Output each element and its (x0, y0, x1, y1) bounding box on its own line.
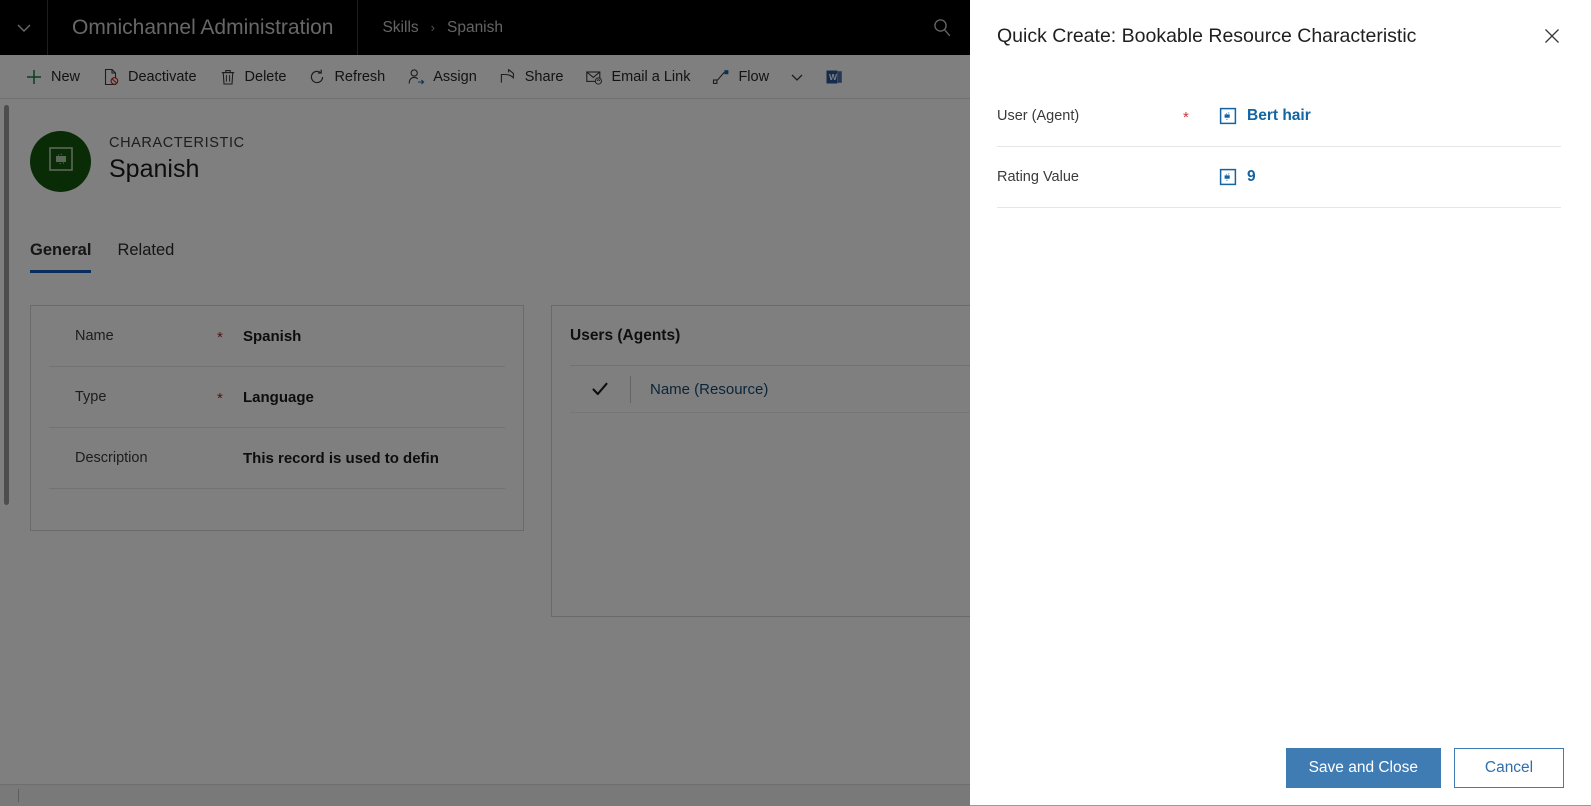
field-label-name: Name (75, 328, 114, 344)
close-icon[interactable] (1535, 19, 1569, 53)
tab-related[interactable]: Related (117, 241, 174, 273)
deactivate-button[interactable]: Deactivate (91, 55, 208, 98)
quick-create-field-rating-value: Rating Value 9 (997, 147, 1561, 208)
word-templates-button[interactable]: W (814, 55, 854, 98)
field-value-name[interactable]: Spanish (243, 328, 301, 345)
record-header: CHARACTERISTIC Spanish (0, 99, 970, 192)
email-a-link-button[interactable]: Email a Link (574, 55, 701, 98)
record-avatar (30, 131, 91, 192)
assign-button-label: Assign (433, 68, 477, 85)
breadcrumb: Skills › Spanish (358, 0, 527, 55)
new-button[interactable]: New (14, 55, 91, 98)
field-label-description: Description (75, 450, 148, 466)
required-indicator-rating-value (1183, 176, 1219, 179)
email-a-link-button-label: Email a Link (611, 68, 691, 85)
command-bar: New Deactivate Delete Refresh Assign Sha… (0, 55, 970, 99)
quick-create-title: Quick Create: Bookable Resource Characte… (997, 24, 1417, 47)
flow-button-label: Flow (738, 68, 770, 85)
breadcrumb-parent[interactable]: Skills (382, 19, 418, 37)
assign-user-icon (407, 68, 425, 86)
delete-button[interactable]: Delete (208, 55, 298, 98)
quick-create-value-text-rating-value: 9 (1247, 168, 1256, 185)
lookup-record-icon (1219, 168, 1237, 186)
field-row-type: Type * Language (49, 367, 505, 428)
quick-create-value-rating-value[interactable]: 9 (1219, 168, 1256, 186)
quick-create-footer: Save and Close Cancel (970, 730, 1591, 806)
breadcrumb-separator-icon: › (430, 20, 435, 35)
app-title: Omnichannel Administration (48, 0, 359, 55)
application-footer (0, 784, 970, 806)
subgrid-header-row: Name (Resource) (570, 366, 970, 413)
subgrid-column-header-name-resource[interactable]: Name (Resource) (631, 381, 768, 398)
deactivate-document-icon (102, 68, 120, 86)
refresh-button[interactable]: Refresh (297, 55, 396, 98)
svg-text:W: W (829, 72, 838, 82)
breadcrumb-current: Spanish (446, 18, 503, 36)
quick-create-value-text-user-agent: Bert hair (1247, 107, 1311, 124)
record-entity-type: CHARACTERISTIC (109, 135, 245, 151)
plus-icon (25, 68, 43, 86)
checkmark-icon[interactable] (570, 379, 630, 399)
email-link-icon (585, 68, 603, 86)
top-navigation-bar: Omnichannel Administration Skills › Span… (0, 0, 970, 55)
quick-create-panel: Quick Create: Bookable Resource Characte… (970, 0, 1591, 806)
save-and-close-button[interactable]: Save and Close (1285, 748, 1441, 788)
quick-create-form-body: User (Agent) * Bert hair Rating Value 9 (970, 72, 1591, 730)
subgrid-title: Users (Agents) (570, 306, 970, 366)
refresh-button-label: Refresh (334, 68, 386, 85)
field-label-type: Type (75, 389, 107, 405)
quick-create-value-user-agent[interactable]: Bert hair (1219, 107, 1311, 125)
delete-button-label: Delete (244, 68, 287, 85)
footer-divider (18, 789, 19, 802)
new-button-label: New (51, 68, 81, 85)
record-header-text: CHARACTERISTIC Spanish (109, 131, 245, 184)
required-indicator-user-agent: * (1183, 109, 1189, 126)
form-tab-list: General Related (30, 241, 174, 273)
page-title: Spanish (109, 155, 200, 183)
deactivate-button-label: Deactivate (128, 68, 197, 85)
tab-general[interactable]: General (30, 241, 92, 273)
lookup-record-icon (1219, 107, 1237, 125)
required-indicator-description (217, 457, 243, 460)
application-root: Omnichannel Administration Skills › Span… (0, 0, 970, 806)
quick-create-label-rating-value: Rating Value (997, 169, 1079, 185)
word-document-icon: W (825, 68, 843, 86)
trash-icon (219, 68, 237, 86)
field-value-description[interactable]: This record is used to defin (243, 450, 439, 467)
required-indicator-name: * (217, 329, 223, 346)
required-indicator-type: * (217, 390, 223, 407)
flow-icon (712, 68, 730, 86)
share-button-label: Share (524, 68, 564, 85)
refresh-icon (308, 68, 326, 86)
cancel-button[interactable]: Cancel (1454, 748, 1564, 788)
quick-create-label-user-agent: User (Agent) (997, 108, 1080, 124)
site-map-chevron-down-icon[interactable] (0, 0, 48, 55)
assign-button[interactable]: Assign (396, 55, 488, 98)
field-row-description: Description This record is used to defin (49, 428, 505, 489)
general-form-section: Name * Spanish Type * Language Descripti… (30, 305, 524, 531)
share-icon (499, 68, 517, 86)
field-row-name: Name * Spanish (49, 306, 505, 367)
flow-button[interactable]: Flow (701, 55, 780, 98)
field-value-type[interactable]: Language (243, 389, 314, 406)
users-agents-subgrid: Users (Agents) Name (Resource) (551, 305, 970, 617)
search-icon[interactable] (914, 0, 970, 55)
quick-create-field-user-agent: User (Agent) * Bert hair (997, 86, 1561, 147)
share-button[interactable]: Share (488, 55, 575, 98)
command-bar-overflow-chevron-down-icon[interactable] (780, 55, 814, 98)
quick-create-header: Quick Create: Bookable Resource Characte… (970, 0, 1591, 72)
characteristic-puzzle-icon (46, 144, 76, 179)
